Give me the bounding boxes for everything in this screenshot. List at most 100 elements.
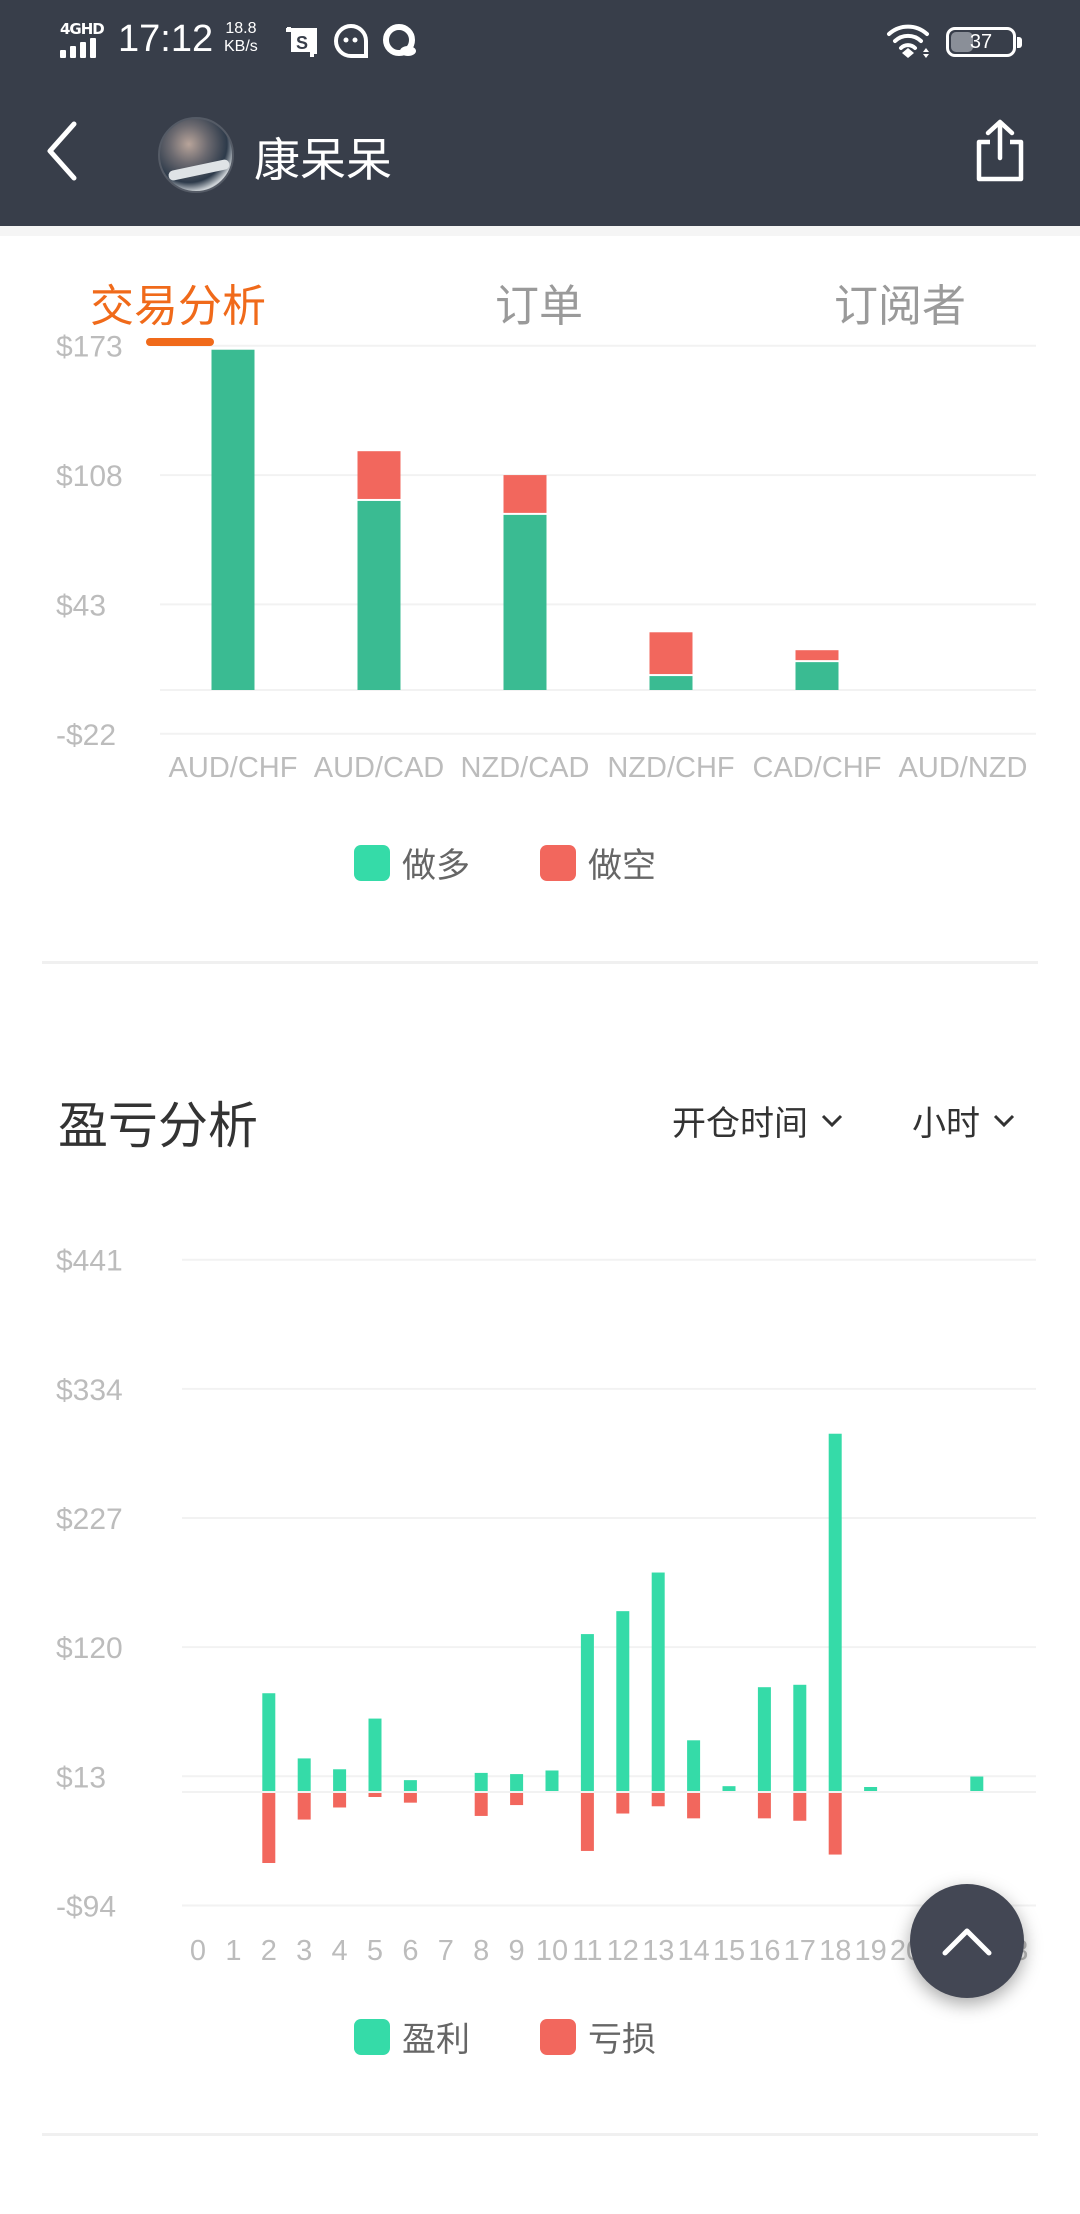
granularity-dropdown[interactable]: 小时 bbox=[912, 1096, 1016, 1145]
granularity-dropdown-label: 小时 bbox=[912, 1104, 980, 1144]
x-tick-label: 15 bbox=[713, 1935, 745, 1967]
bar-loss bbox=[333, 1793, 347, 1808]
bar-profit bbox=[757, 1687, 771, 1791]
bar-loss bbox=[474, 1793, 488, 1816]
x-tick-label: 12 bbox=[607, 1935, 639, 1967]
scroll-to-top-button[interactable] bbox=[910, 1884, 1024, 1998]
bar-loss bbox=[651, 1793, 665, 1807]
tab-orders[interactable]: 订单 bbox=[495, 270, 583, 334]
battery-icon: 37 bbox=[946, 27, 1022, 57]
open-time-dropdown-label: 开仓时间 bbox=[672, 1104, 808, 1144]
legend-label-profit: 盈利 bbox=[402, 2020, 470, 2060]
open-time-dropdown[interactable]: 开仓时间 bbox=[672, 1096, 844, 1145]
x-tick-label: NZD/CHF bbox=[607, 752, 734, 784]
bar-profit bbox=[297, 1758, 311, 1791]
back-button[interactable] bbox=[36, 116, 96, 186]
bar-loss bbox=[757, 1793, 771, 1819]
y-tick-label: $13 bbox=[56, 1761, 106, 1794]
tab-trade-analysis[interactable]: 交易分析 bbox=[90, 270, 266, 334]
bar-profit bbox=[793, 1684, 807, 1791]
bar-loss bbox=[510, 1793, 524, 1806]
bar-profit bbox=[722, 1786, 736, 1791]
legend-label-long: 做多 bbox=[402, 846, 470, 886]
bar-loss bbox=[403, 1793, 417, 1803]
bar-profit bbox=[580, 1634, 594, 1791]
long-short-chart: -$22 $43 $108 $173 AUD/CHF AUD/CAD NZD/CAD NZD/… bbox=[0, 330, 1080, 890]
long-short-legend: 做多 做空 bbox=[354, 838, 726, 887]
x-tick-label: 8 bbox=[473, 1935, 489, 1967]
legend-label-short: 做空 bbox=[588, 846, 656, 886]
x-tick-label: 3 bbox=[296, 1935, 312, 1967]
bar-profit bbox=[616, 1611, 630, 1791]
bar-profit bbox=[368, 1718, 382, 1791]
bar-loss bbox=[262, 1793, 276, 1864]
x-tick-label: 4 bbox=[332, 1935, 348, 1967]
qq-browser-icon bbox=[383, 24, 416, 56]
bar-short bbox=[795, 650, 839, 661]
tab-subscribers[interactable]: 订阅者 bbox=[834, 270, 966, 334]
bar-long bbox=[649, 676, 693, 690]
x-tick-label: 16 bbox=[748, 1935, 780, 1967]
chevron-up-icon bbox=[942, 1928, 992, 1956]
share-button[interactable] bbox=[970, 116, 1030, 186]
bar-long bbox=[503, 514, 547, 690]
bar-loss bbox=[687, 1793, 701, 1819]
chevron-left-icon bbox=[47, 121, 77, 181]
y-tick-label: $173 bbox=[56, 331, 123, 364]
app-header: 4GHD 17:12 18.8 KB/s S 37 康呆呆 bbox=[0, 0, 1080, 226]
bar-profit bbox=[474, 1772, 488, 1791]
x-tick-label: 0 bbox=[190, 1935, 206, 1967]
section-divider bbox=[42, 961, 1038, 964]
legend-swatch-profit bbox=[354, 2018, 390, 2055]
x-tick-label: AUD/NZD bbox=[899, 752, 1028, 784]
bar-profit bbox=[262, 1693, 276, 1791]
bar-loss bbox=[828, 1793, 842, 1855]
bar-loss bbox=[580, 1793, 594, 1851]
bar-short bbox=[503, 475, 547, 513]
long-short-chart-svg: -$22 $43 $108 $173 AUD/CHF AUD/CAD NZD/CAD NZD/… bbox=[56, 331, 1036, 784]
y-tick-label: $120 bbox=[56, 1632, 123, 1665]
x-tick-label: 5 bbox=[367, 1935, 383, 1967]
wifi-icon bbox=[887, 24, 929, 58]
status-bar: 4GHD 17:12 18.8 KB/s S 37 bbox=[0, 0, 1080, 86]
x-tick-label: 10 bbox=[536, 1935, 568, 1967]
y-tick-label: $227 bbox=[56, 1503, 123, 1536]
share-icon bbox=[976, 119, 1024, 182]
bar-loss bbox=[368, 1793, 382, 1797]
user-name: 康呆呆 bbox=[254, 133, 392, 187]
avatar[interactable] bbox=[158, 117, 234, 193]
profit-loss-legend: 盈利 亏损 bbox=[354, 2012, 726, 2061]
bar-long bbox=[357, 500, 401, 690]
network-speed: 18.8 KB/s bbox=[224, 20, 258, 55]
x-tick-label: AUD/CHF bbox=[169, 752, 298, 784]
bar-profit bbox=[864, 1787, 878, 1791]
svg-text:S: S bbox=[296, 33, 308, 53]
bar-profit bbox=[333, 1769, 347, 1791]
bar-long bbox=[795, 662, 839, 690]
y-tick-label: $43 bbox=[56, 589, 106, 622]
y-tick-label: $441 bbox=[56, 1245, 123, 1278]
x-tick-label: 11 bbox=[572, 1935, 602, 1967]
legend-swatch-loss bbox=[540, 2018, 576, 2055]
bar-short bbox=[357, 451, 401, 499]
x-tick-label: AUD/CAD bbox=[314, 752, 445, 784]
battery-level: 37 bbox=[969, 31, 993, 53]
x-tick-label: NZD/CAD bbox=[461, 752, 590, 784]
y-tick-label: $334 bbox=[56, 1374, 123, 1407]
x-tick-label: 7 bbox=[438, 1935, 454, 1967]
y-tick-label: $108 bbox=[56, 460, 123, 493]
bar-profit bbox=[651, 1572, 665, 1791]
bar-profit bbox=[403, 1780, 417, 1791]
chat-bot-icon bbox=[334, 24, 368, 58]
chevron-down-icon bbox=[821, 1114, 843, 1127]
bar-profit bbox=[970, 1776, 984, 1791]
y-tick-label: -$22 bbox=[56, 719, 116, 752]
x-tick-label: 1 bbox=[225, 1935, 241, 1967]
active-tab-indicator bbox=[146, 338, 214, 346]
bar-loss bbox=[297, 1793, 311, 1820]
x-tick-label: 19 bbox=[854, 1935, 886, 1967]
x-tick-label: 18 bbox=[819, 1935, 851, 1967]
x-tick-label: 2 bbox=[261, 1935, 277, 1967]
signal-icon: 4GHD bbox=[60, 20, 106, 60]
section-divider bbox=[42, 2133, 1038, 2136]
